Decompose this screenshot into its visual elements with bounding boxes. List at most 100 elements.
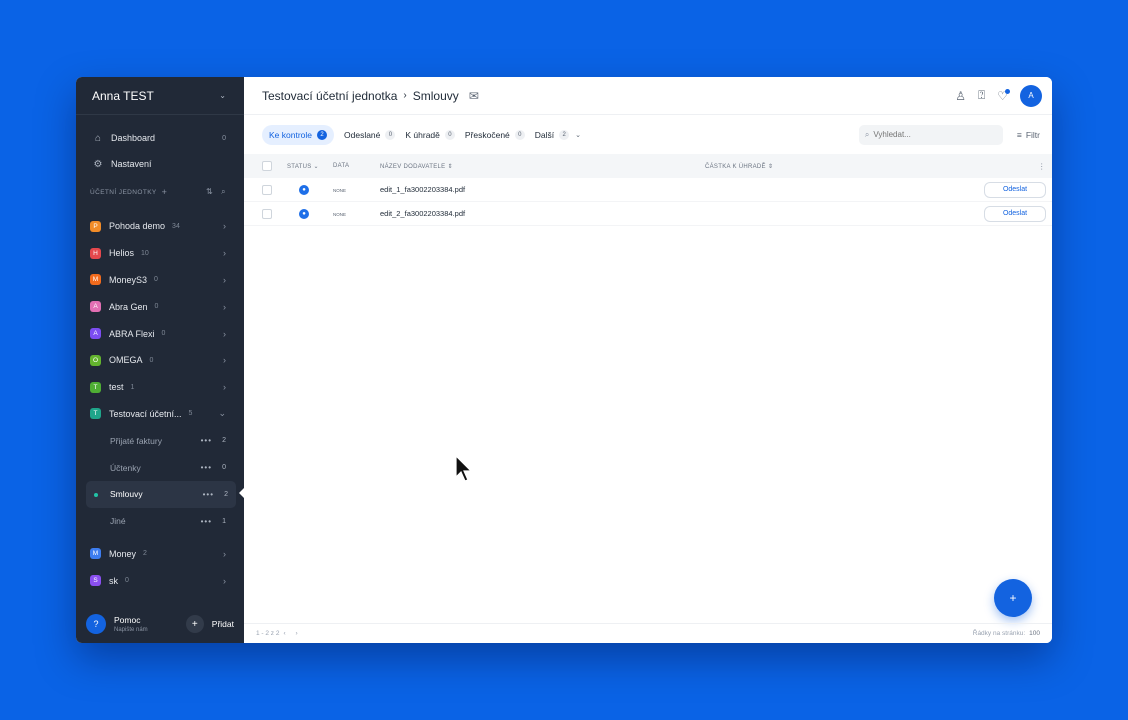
header-supplier[interactable]: NÁZEV DODAVATELE ⇕ <box>380 163 705 170</box>
unit-item-moneys3[interactable]: M MoneyS3 0 › <box>76 267 244 294</box>
breadcrumb-separator: › <box>403 90 407 101</box>
eye-icon[interactable]: ● <box>299 184 309 195</box>
header-status[interactable]: STATUS ⌄ <box>287 163 333 170</box>
add-button[interactable]: + Přidat <box>185 615 234 633</box>
unit-badge: T <box>90 381 101 393</box>
header-amount[interactable]: ČÁSTKA K ÚHRADĚ ⇕ <box>705 163 1052 170</box>
send-button[interactable]: Odeslat <box>984 181 1046 198</box>
unit-badge: A <box>90 301 101 313</box>
breadcrumb-current: Smlouvy <box>412 88 459 103</box>
unit-item-abra-gen[interactable]: A Abra Gen 0 › <box>76 293 244 320</box>
pagination: 1 - 2 z 2 ‹ › Řádky na stránku: 100 <box>244 623 1052 643</box>
chevron-right-icon: › <box>223 548 226 559</box>
help-icon[interactable]: ⍰ <box>978 88 985 103</box>
filter-button[interactable]: ≡ Filtr <box>1017 130 1040 140</box>
send-button[interactable]: Odeslat <box>984 205 1046 222</box>
tab-dalsi[interactable]: Další 2 ⌄ <box>534 129 581 140</box>
sidebar-item-count: 0 <box>222 134 226 142</box>
help-chat-icon[interactable]: ? <box>86 614 106 634</box>
table-row[interactable]: ● NONE edit_2_fa3002203384.pdf Odeslat <box>244 202 1052 226</box>
search-box[interactable]: ⌕ <box>858 124 1003 145</box>
unit-badge: O <box>90 354 101 366</box>
pagination-range: 1 - 2 z 2 <box>256 630 280 637</box>
unit-badge: S <box>90 575 101 587</box>
sort-icon[interactable]: ⇅ <box>206 187 213 197</box>
column-options-icon[interactable]: ⋮ <box>1038 162 1046 171</box>
chevron-down-icon: ⌄ <box>219 91 226 100</box>
email-settings-icon[interactable]: ✉ <box>469 89 479 103</box>
unit-count: 10 <box>141 249 149 257</box>
unit-item-omega[interactable]: O OMEGA 0 › <box>76 347 244 374</box>
tab-count: 0 <box>385 129 396 140</box>
search-icon: ⌕ <box>864 129 870 139</box>
sidebar-item-dashboard[interactable]: ⌂ Dashboard 0 <box>76 125 244 151</box>
help-link[interactable]: Pomoc Napište nám <box>114 615 148 633</box>
search-input[interactable] <box>873 130 984 139</box>
tab-label: Odeslané <box>344 129 381 140</box>
add-unit-icon[interactable]: + <box>162 187 168 197</box>
subitem-label: Smlouvy <box>110 489 143 500</box>
subitem-jine[interactable]: Jiné ••• 1 <box>76 508 244 535</box>
subitem-label: Přijaté faktury <box>110 435 162 446</box>
select-all-checkbox[interactable] <box>262 161 272 171</box>
eye-icon[interactable]: ● <box>299 208 309 219</box>
unit-name: sk <box>109 575 118 586</box>
table-row[interactable]: ● NONE edit_1_fa3002203384.pdf Odeslat <box>244 178 1052 202</box>
sidebar-item-settings[interactable]: ⚙ Nastavení <box>76 151 244 177</box>
main-content: Testovací účetní jednotka › Smlouvy ✉ ♙ … <box>244 77 1052 643</box>
row-checkbox[interactable] <box>262 208 272 219</box>
tab-label: Další <box>534 129 555 140</box>
avatar[interactable]: A <box>1020 84 1042 107</box>
notification-icon[interactable]: ♡ <box>997 88 1010 103</box>
tab-preskocene[interactable]: Přeskočené 0 <box>464 129 525 140</box>
unit-item-testovaci[interactable]: T Testovací účetní... 5 ⌄ <box>76 401 244 428</box>
unit-count: 0 <box>154 276 158 284</box>
org-switcher[interactable]: Anna TEST ⌄ <box>76 77 244 115</box>
tab-count: 0 <box>444 129 455 140</box>
rows-per-page-select[interactable]: 100 <box>1029 630 1040 637</box>
tab-count: 0 <box>514 129 525 140</box>
subitem-prijate-faktury[interactable]: Přijaté faktury ••• 2 <box>76 427 244 454</box>
tab-odeslane[interactable]: Odeslané 0 <box>344 129 396 140</box>
subitem-count: 0 <box>222 464 226 472</box>
pagination-arrows[interactable]: ‹ › <box>283 630 301 637</box>
add-document-button[interactable]: + <box>994 579 1032 617</box>
unit-item-pohoda-demo[interactable]: P Pohoda demo 34 › <box>76 213 244 240</box>
more-icon[interactable]: ••• <box>201 517 212 526</box>
subitem-uctenky[interactable]: Účtenky ••• 0 <box>76 454 244 481</box>
more-icon[interactable]: ••• <box>203 490 214 499</box>
search-icon[interactable]: ⌕ <box>221 187 226 197</box>
tab-label: Přeskočené <box>464 129 510 140</box>
subitem-smlouvy[interactable]: Smlouvy ••• 2 <box>86 480 236 508</box>
unit-badge: T <box>90 408 101 420</box>
sidebar-item-label: Dashboard <box>111 133 156 143</box>
tab-k-uhrade[interactable]: K úhradě 0 <box>405 129 455 140</box>
app-window: Anna TEST ⌄ ⌂ Dashboard 0 ⚙ Nastavení ÚČ… <box>76 77 1052 643</box>
header-date[interactable]: DATA <box>333 163 380 169</box>
row-checkbox[interactable] <box>262 184 272 195</box>
unit-item-sk[interactable]: S sk 0 › <box>76 567 244 594</box>
unit-item-abra-flexi[interactable]: A ABRA Flexi 0 › <box>76 320 244 347</box>
sidebar: Anna TEST ⌄ ⌂ Dashboard 0 ⚙ Nastavení ÚČ… <box>76 77 245 643</box>
unit-count: 2 <box>143 550 147 558</box>
header-label: NÁZEV DODAVATELE <box>380 163 446 170</box>
unit-item-money[interactable]: M Money 2 › <box>76 541 244 568</box>
chevron-right-icon: › <box>223 355 226 366</box>
top-bar: Testovací účetní jednotka › Smlouvy ✉ ♙ … <box>244 77 1052 115</box>
settings-icon: ⚙ <box>93 158 103 170</box>
subitem-count: 1 <box>222 517 226 525</box>
unit-item-helios[interactable]: H Helios 10 › <box>76 240 244 267</box>
breadcrumb-parent[interactable]: Testovací účetní jednotka <box>262 89 397 103</box>
unit-count: 34 <box>172 222 180 230</box>
more-icon[interactable]: ••• <box>201 436 212 445</box>
unit-badge: H <box>90 247 101 259</box>
unit-name: OMEGA <box>109 355 143 366</box>
more-icon[interactable]: ••• <box>201 463 212 472</box>
chevron-right-icon: › <box>223 575 226 586</box>
unit-item-test[interactable]: T test 1 › <box>76 374 244 401</box>
subitem-label: Jiné <box>110 516 126 527</box>
tab-ke-kontrole[interactable]: Ke kontrole 2 <box>262 124 334 145</box>
home-icon: ⌂ <box>94 132 102 144</box>
unit-name: MoneyS3 <box>109 274 148 285</box>
add-user-icon[interactable]: ♙ <box>955 89 966 103</box>
